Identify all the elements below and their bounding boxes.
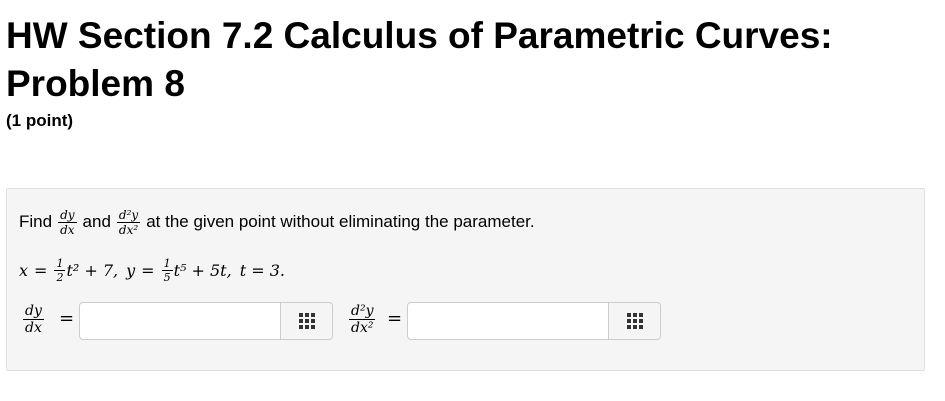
y-variable: y — [126, 260, 136, 280]
fraction-denominator: 5 — [163, 270, 171, 284]
and-word: and — [82, 212, 111, 231]
d2y-dx2-answer-input[interactable] — [407, 302, 609, 340]
x-expression: t² + 7, — [66, 260, 119, 280]
fraction-numerator: 1 — [54, 256, 66, 271]
d2y-dx2-fraction: d²y dx² — [116, 207, 141, 237]
t-value: t = 3. — [239, 260, 285, 280]
grid-icon — [298, 313, 315, 329]
x-variable: x — [19, 260, 29, 280]
dy-dx-keypad-button[interactable] — [281, 302, 333, 340]
fraction-denominator: dx — [25, 320, 42, 336]
d2y-dx2-keypad-button[interactable] — [609, 302, 661, 340]
problem-prompt: Find dy dx and d²y dx² at the given poin… — [19, 203, 535, 241]
fraction-numerator: dy — [23, 303, 44, 320]
fraction-numerator: d²y — [116, 207, 141, 223]
fraction-numerator: 1 — [161, 256, 173, 271]
find-word: Find — [19, 212, 53, 231]
parametric-equations: x = 1 2 t² + 7, y = 1 5 t⁵ + 5t, t = 3. — [19, 256, 285, 284]
dy-dx-answer-input[interactable] — [79, 302, 281, 340]
d2y-dx2-answer-label: d²y dx² — [349, 303, 376, 336]
y-expression: t⁵ + 5t, — [173, 260, 232, 280]
problem-card: Find dy dx and d²y dx² at the given poin… — [6, 188, 925, 371]
dy-dx-fraction: dy dx — [58, 207, 77, 237]
fraction-denominator: 2 — [56, 270, 64, 284]
fraction-denominator: dx² — [118, 222, 139, 237]
equals-sign: = — [141, 260, 155, 280]
x-coefficient-fraction: 1 2 — [54, 256, 66, 284]
fraction-denominator: dx² — [351, 320, 374, 336]
fraction-numerator: dy — [58, 207, 77, 223]
points-label: (1 point) — [6, 111, 74, 130]
y-coefficient-fraction: 1 5 — [161, 256, 173, 284]
dy-dx-answer-label: dy dx — [23, 304, 44, 335]
page-title: HW Section 7.2 Calculus of Parametric Cu… — [6, 15, 833, 104]
fraction-numerator: d²y — [349, 303, 376, 320]
instruction-tail: at the given point without eliminating t… — [146, 212, 535, 231]
equals-sign: = — [34, 260, 48, 280]
equals-sign: = — [59, 308, 75, 329]
grid-icon — [626, 313, 643, 329]
equals-sign: = — [387, 308, 403, 329]
fraction-denominator: dx — [60, 222, 75, 237]
answer-row: dy dx = d²y dx² = — [17, 300, 917, 342]
